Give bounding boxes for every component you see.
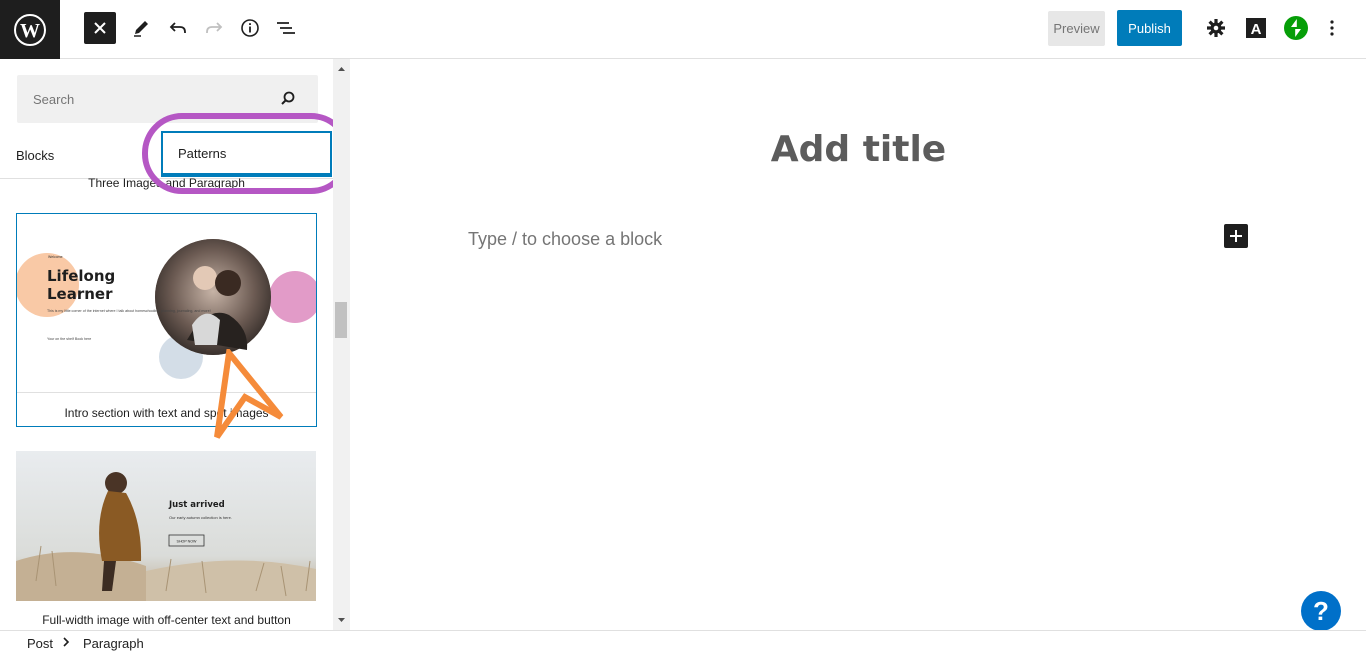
more-options-button[interactable] [1316, 12, 1348, 44]
close-inserter-button[interactable] [84, 12, 116, 44]
undo-button[interactable] [162, 12, 194, 44]
top-toolbar: W Preview Publish A [0, 0, 1366, 59]
tab-blocks[interactable]: Blocks [16, 131, 54, 179]
svg-text:A: A [1251, 21, 1262, 38]
block-placeholder-text[interactable]: Type / to choose a block [468, 229, 662, 250]
redo-icon [206, 22, 223, 33]
publish-button[interactable]: Publish [1117, 10, 1182, 46]
breadcrumb-paragraph[interactable]: Paragraph [83, 636, 144, 651]
intro-kicker: Welcome [48, 255, 63, 259]
jetpack-button[interactable] [1280, 12, 1312, 44]
annotation-arrow-icon [214, 349, 284, 439]
scroll-down-arrow-icon[interactable] [333, 614, 350, 626]
pattern-preview-full-width: Just arrived Our early autumn collection… [16, 451, 316, 601]
list-view-button[interactable] [270, 12, 302, 44]
inserter-scrollbar[interactable] [333, 59, 350, 630]
scrollbar-thumb[interactable] [335, 302, 347, 338]
details-button[interactable] [234, 12, 266, 44]
breadcrumb-post[interactable]: Post [27, 636, 53, 651]
editor-canvas: Add title Type / to choose a block ? [351, 59, 1366, 631]
scroll-up-arrow-icon[interactable] [333, 63, 350, 75]
tools-edit-button[interactable] [125, 12, 157, 44]
block-inserter-panel: Search Blocks Patterns Three Images and … [0, 59, 350, 630]
typography-button[interactable]: A [1240, 12, 1272, 44]
intro-heading-line2: Learner [47, 285, 113, 303]
full-width-button: SHOP NOW [177, 540, 198, 544]
block-breadcrumb: Post Paragraph [0, 630, 1366, 655]
jetpack-icon [1284, 16, 1308, 40]
intro-body: This is my little corner of the internet… [47, 309, 211, 313]
list-view-icon [277, 22, 295, 34]
chevron-right-icon [62, 635, 70, 652]
full-width-body: Our early autumn collection is here. [169, 515, 232, 520]
info-icon [241, 19, 259, 37]
plus-icon [1230, 230, 1242, 242]
gear-icon [1207, 19, 1225, 37]
undo-icon [169, 22, 186, 33]
full-width-heading: Just arrived [168, 500, 225, 510]
close-icon [94, 22, 106, 34]
tab-patterns[interactable]: Patterns [161, 131, 332, 177]
add-block-button[interactable] [1224, 224, 1248, 248]
post-title-input[interactable]: Add title [351, 129, 1366, 170]
font-a-icon: A [1246, 18, 1266, 38]
inserter-tabs: Blocks Patterns [0, 131, 333, 179]
redo-button[interactable] [198, 12, 230, 44]
search-placeholder: Search [33, 92, 75, 107]
settings-button[interactable] [1200, 12, 1232, 44]
pattern-label-three-images: Three Images and Paragraph [88, 176, 245, 190]
more-vertical-icon [1330, 20, 1334, 36]
inserter-search-input[interactable]: Search [17, 75, 318, 123]
help-button[interactable]: ? [1301, 591, 1341, 631]
intro-heading-line1: Lifelong [47, 267, 115, 285]
pencil-icon [134, 21, 148, 37]
pattern-card-full-width-image[interactable]: Just arrived Our early autumn collection… [16, 451, 317, 627]
pattern-label-full-width-image: Full-width image with off-center text an… [42, 613, 291, 627]
svg-text:W: W [20, 20, 40, 42]
wordpress-logo-icon[interactable]: W [0, 0, 60, 59]
intro-link: Your on the shelf Book here [47, 337, 91, 341]
search-icon [280, 90, 296, 111]
preview-button[interactable]: Preview [1048, 11, 1105, 46]
